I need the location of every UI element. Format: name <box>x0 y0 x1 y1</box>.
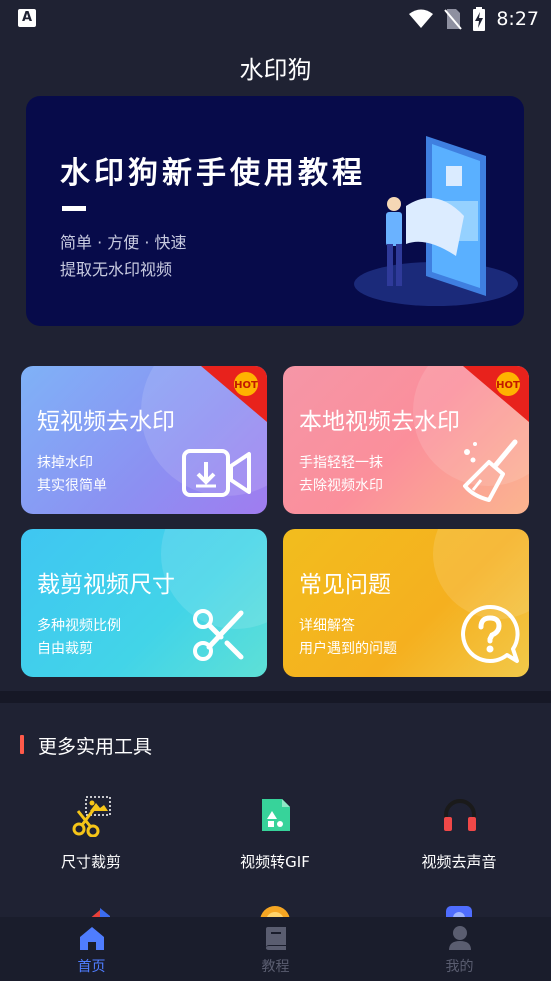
card-line-2: 其实很简单 <box>37 478 107 494</box>
card-title: 裁剪视频尺寸 <box>37 572 175 598</box>
banner-subtitle-2: 提取无水印视频 <box>60 260 173 279</box>
tab-label: 首页 <box>77 959 106 975</box>
status-time: 8:27 <box>496 8 539 30</box>
card-line-2: 自由裁剪 <box>37 641 93 657</box>
tool-label: 视频转GIF <box>240 853 310 871</box>
section-divider <box>0 691 551 703</box>
card-line-1: 手指轻轻一抹 <box>299 455 383 471</box>
card-title: 短视频去水印 <box>37 409 175 435</box>
short-video-watermark-card[interactable]: 短视频去水印 抹掉水印 其实很简单 HOT <box>21 366 267 514</box>
local-video-watermark-card[interactable]: 本地视频去水印 手指轻轻一抹 去除视频水印 HOT <box>283 366 529 514</box>
status-bar: A 8:27 <box>0 0 551 38</box>
tool-label: 视频去声音 <box>421 853 497 871</box>
tool-label: 尺寸裁剪 <box>60 853 121 871</box>
question-bubble-icon <box>461 604 520 663</box>
banner-title: 水印狗新手使用教程 <box>60 156 366 191</box>
tab-tutorial[interactable]: 教程 <box>184 917 367 981</box>
card-line-1: 多种视频比例 <box>37 618 121 634</box>
crop-scissors-icon <box>72 796 111 837</box>
crop-video-size-card[interactable]: 裁剪视频尺寸 多种视频比例 自由裁剪 <box>21 529 267 677</box>
banner-divider <box>62 206 86 211</box>
tab-mine[interactable]: 我的 <box>368 917 551 981</box>
hot-badge: HOT <box>463 366 529 422</box>
tutorial-illustration <box>354 136 518 306</box>
battery-charging-icon <box>473 7 486 31</box>
tool-size-crop[interactable]: 尺寸裁剪 <box>16 703 166 883</box>
book-icon <box>266 927 286 950</box>
hot-badge: HOT <box>201 366 267 422</box>
accessibility-notification-icon: A <box>18 9 36 27</box>
video-download-icon <box>182 449 251 497</box>
scissors-icon <box>193 609 244 661</box>
tool-video-remove-audio[interactable]: 视频去声音 <box>384 703 534 883</box>
tutorial-banner[interactable]: 水印狗新手使用教程 简单 · 方便 · 快速 提取无水印视频 <box>26 96 524 326</box>
page-title: 水印狗 <box>239 56 312 84</box>
card-title: 常见问题 <box>299 572 391 598</box>
no-sim-icon <box>444 9 463 30</box>
more-tools-section: 更多实用工具 尺寸裁剪 视频转GIF 视频去声音 <box>0 703 551 918</box>
user-icon <box>449 926 471 950</box>
card-line-2: 去除视频水印 <box>299 478 383 494</box>
hot-badge-text: HOT <box>496 380 520 391</box>
tool-video-to-gif[interactable]: 视频转GIF <box>200 703 350 883</box>
home-icon <box>80 927 104 950</box>
headphones-icon <box>444 799 476 831</box>
card-title: 本地视频去水印 <box>299 409 460 435</box>
bottom-tab-bar: 首页 教程 我的 <box>0 917 551 981</box>
status-icons: 8:27 <box>408 6 539 32</box>
tab-home[interactable]: 首页 <box>0 917 183 981</box>
card-line-1: 详细解答 <box>299 618 355 634</box>
gif-file-icon <box>262 799 290 831</box>
card-line-2: 用户遇到的问题 <box>299 641 397 657</box>
hot-badge-text: HOT <box>234 380 258 391</box>
wifi-icon <box>409 9 434 28</box>
card-line-1: 抹掉水印 <box>37 455 93 471</box>
tab-label: 教程 <box>261 959 290 975</box>
tab-label: 我的 <box>445 959 474 975</box>
faq-card[interactable]: 常见问题 详细解答 用户遇到的问题 <box>283 529 529 677</box>
banner-subtitle: 简单 · 方便 · 快速 <box>60 233 187 252</box>
broom-icon <box>463 439 518 502</box>
